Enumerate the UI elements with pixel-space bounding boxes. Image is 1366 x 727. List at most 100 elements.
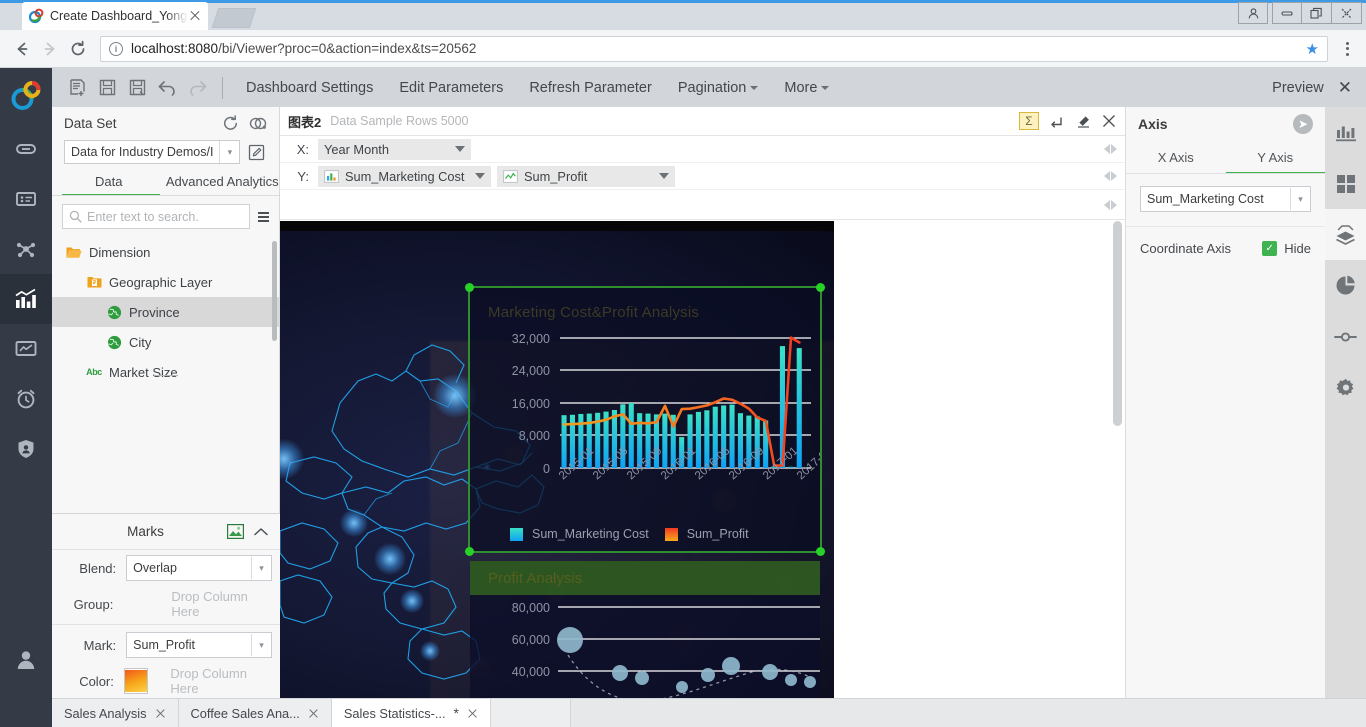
rail-item-gear[interactable]: [1325, 362, 1366, 413]
arrow-right-icon[interactable]: [1111, 171, 1117, 181]
chevron-down-icon[interactable]: ▾: [1290, 188, 1310, 210]
close-editor-icon[interactable]: ✕: [1338, 78, 1352, 98]
sidebar-item-network[interactable]: [0, 224, 52, 274]
bookmark-star-icon[interactable]: ★: [1306, 40, 1319, 58]
arrow-left-icon[interactable]: [1104, 171, 1110, 181]
back-arrow-icon[interactable]: [8, 35, 36, 63]
resize-handle-bottom-left[interactable]: [465, 547, 474, 556]
arrow-right-icon[interactable]: [1111, 199, 1117, 210]
chevron-up-icon[interactable]: [254, 527, 268, 537]
list-menu-icon[interactable]: [258, 211, 269, 222]
edit-pencil-icon[interactable]: [246, 144, 267, 161]
panel-resize-grip[interactable]: [153, 374, 178, 379]
new-report-icon[interactable]: [62, 73, 92, 103]
preview-button[interactable]: Preview: [1272, 80, 1324, 96]
image-mark-icon[interactable]: [227, 524, 244, 539]
menu-edit-parameters[interactable]: Edit Parameters: [386, 68, 516, 107]
sidebar-item-shield-user[interactable]: [0, 424, 52, 474]
search-input-wrapper[interactable]: [62, 204, 250, 229]
restore-icon[interactable]: [1302, 2, 1332, 24]
shelf-scroll-arrows[interactable]: [1104, 199, 1117, 210]
map-marker[interactable]: [340, 509, 368, 537]
close-icon[interactable]: [155, 708, 166, 719]
minimize-icon[interactable]: [1272, 2, 1302, 24]
relation-icon[interactable]: [249, 115, 267, 132]
chevron-down-icon[interactable]: ▾: [219, 141, 239, 163]
dashboard-canvas[interactable]: Marketing Cost&Profit Analysis 32,000 24…: [280, 221, 1125, 716]
menu-refresh-parameter[interactable]: Refresh Parameter: [516, 68, 665, 107]
report-tab-coffee-sales[interactable]: Coffee Sales Ana...: [178, 699, 332, 727]
close-chart-icon[interactable]: [1102, 114, 1116, 128]
map-marker[interactable]: [420, 641, 440, 661]
tree-item-dimension[interactable]: Dimension: [52, 237, 279, 267]
group-drop-target[interactable]: Drop Column Here: [171, 589, 272, 619]
map-marker[interactable]: [374, 543, 406, 575]
save-as-icon[interactable]: [122, 73, 152, 103]
shelf-scroll-arrows[interactable]: [1104, 171, 1117, 181]
tree-item-province[interactable]: Province: [52, 297, 279, 327]
tree-item-geographic-layer[interactable]: Geographic Layer: [52, 267, 279, 297]
save-icon[interactable]: [92, 73, 122, 103]
address-bar[interactable]: i localhost:8080/bi/Viewer?proc=0&action…: [100, 35, 1328, 62]
browser-menu-icon[interactable]: [1336, 41, 1358, 56]
sidebar-item-list-card[interactable]: [0, 174, 52, 224]
menu-more[interactable]: More: [771, 68, 842, 107]
search-input[interactable]: [87, 209, 243, 224]
close-icon[interactable]: [1332, 2, 1362, 24]
sidebar-item-presentation[interactable]: [0, 324, 52, 374]
sidebar-item-alarm-clock[interactable]: [0, 374, 52, 424]
menu-pagination[interactable]: Pagination: [665, 68, 772, 107]
arrow-right-circle-icon[interactable]: ➤: [1293, 113, 1313, 134]
arrow-right-icon[interactable]: [1111, 144, 1117, 154]
tab-y-axis[interactable]: Y Axis: [1226, 144, 1326, 174]
tree-item-city[interactable]: City: [52, 327, 279, 357]
blend-select[interactable]: Overlap ▾: [126, 555, 272, 581]
sidebar-item-link[interactable]: [0, 124, 52, 174]
rail-item-axis-point[interactable]: [1325, 311, 1366, 362]
sidebar-item-chart-analysis[interactable]: [0, 274, 52, 324]
mark-select[interactable]: Sum_Profit ▾: [126, 632, 272, 658]
marketing-cost-profit-chart-widget[interactable]: Marketing Cost&Profit Analysis 32,000 24…: [465, 283, 825, 556]
resize-handle-bottom-right[interactable]: [816, 547, 825, 556]
arrow-left-icon[interactable]: [1104, 199, 1110, 210]
pill-year-month[interactable]: Year Month: [318, 138, 471, 160]
sigma-icon[interactable]: Σ: [1019, 112, 1039, 130]
tab-x-axis[interactable]: X Axis: [1126, 144, 1226, 174]
resize-handle-top-right[interactable]: [816, 283, 825, 292]
color-gradient-icon[interactable]: [123, 668, 149, 694]
rail-item-pie-chart[interactable]: [1325, 260, 1366, 311]
axis-measure-select[interactable]: Sum_Marketing Cost ▾: [1140, 186, 1311, 212]
tree-scrollbar[interactable]: [272, 241, 277, 341]
chevron-down-icon[interactable]: ▾: [251, 557, 271, 579]
browser-tab[interactable]: Create Dashboard_Yong: [22, 2, 208, 30]
new-tab-button[interactable]: [211, 8, 257, 28]
canvas-vertical-scrollbar[interactable]: [1113, 221, 1122, 699]
map-marker[interactable]: [400, 589, 424, 613]
close-icon[interactable]: [308, 708, 319, 719]
swap-axis-icon[interactable]: [1050, 114, 1065, 129]
sidebar-item-user-account[interactable]: [0, 635, 52, 685]
arrow-left-icon[interactable]: [1104, 144, 1110, 154]
profit-analysis-chart-widget[interactable]: Profit Analysis 80,000 60,000 40,000: [470, 561, 820, 699]
account-icon[interactable]: [1238, 2, 1268, 24]
reload-icon[interactable]: [64, 35, 92, 63]
rail-item-components-grid[interactable]: [1325, 158, 1366, 209]
report-tab-sales-statistics[interactable]: Sales Statistics-... *: [331, 699, 491, 727]
resize-handle-top-left[interactable]: [465, 283, 474, 292]
tab-advanced-analytics[interactable]: Advanced Analytics: [166, 174, 280, 196]
rail-item-bar-chart[interactable]: [1325, 107, 1366, 158]
shelf-scroll-arrows[interactable]: [1104, 144, 1117, 154]
pill-sum-marketing-cost[interactable]: Sum_Marketing Cost: [318, 165, 491, 187]
refresh-icon[interactable]: [222, 115, 239, 132]
close-icon[interactable]: [467, 708, 478, 719]
info-icon[interactable]: i: [109, 41, 123, 56]
report-tab-sales-analysis[interactable]: Sales Analysis: [52, 699, 179, 727]
undo-icon[interactable]: [152, 73, 182, 103]
chevron-down-icon[interactable]: ▾: [251, 634, 271, 656]
tab-data[interactable]: Data: [52, 174, 166, 196]
eraser-icon[interactable]: [1076, 114, 1091, 129]
scroll-thumb[interactable]: [1113, 221, 1122, 426]
tab-close-icon[interactable]: [188, 9, 202, 23]
menu-dashboard-settings[interactable]: Dashboard Settings: [233, 68, 386, 107]
hide-checkbox[interactable]: ✓: [1262, 241, 1278, 256]
